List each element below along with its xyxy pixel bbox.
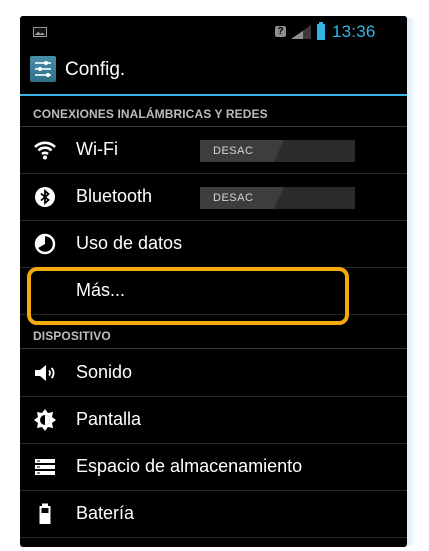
settings-app-icon[interactable] xyxy=(30,56,56,82)
settings-item-label: Espacio de almacenamiento xyxy=(76,456,303,476)
settings-item-label: Batería xyxy=(76,503,135,523)
settings-item-data-usage[interactable]: Uso de datos xyxy=(20,221,407,268)
toggle-state-label: DESAC xyxy=(213,192,254,204)
toggle-state-label: DESAC xyxy=(213,145,254,157)
settings-item-label: Pantalla xyxy=(76,409,142,429)
bluetooth-icon xyxy=(35,187,55,207)
section-header-wireless: CONEXIONES INALÁMBRICAS Y REDES xyxy=(20,100,407,127)
settings-item-label: Wi-Fi xyxy=(76,139,118,159)
section-title: CONEXIONES INALÁMBRICAS Y REDES xyxy=(33,107,268,121)
status-time: 13:36 xyxy=(332,22,376,41)
battery-icon xyxy=(39,503,51,524)
highlight-annotation xyxy=(27,267,349,325)
question-icon: ? xyxy=(275,26,286,37)
section-header-device: DISPOSITIVO xyxy=(20,322,407,349)
settings-item-wifi[interactable]: Wi-Fi DESAC xyxy=(20,127,407,174)
data-usage-icon xyxy=(34,233,56,255)
settings-item-bluetooth[interactable]: Bluetooth DESAC xyxy=(20,174,407,221)
wifi-icon xyxy=(34,141,56,160)
settings-item-label: Uso de datos xyxy=(76,233,183,253)
battery-icon xyxy=(317,22,325,40)
screenshot-icon xyxy=(33,27,47,37)
storage-icon xyxy=(35,459,55,475)
page-title: Config. xyxy=(65,59,126,80)
wifi-toggle[interactable]: DESAC xyxy=(200,140,355,162)
settings-item-battery[interactable]: Batería xyxy=(20,491,407,538)
settings-item-label: Bluetooth xyxy=(76,186,153,206)
settings-item-display[interactable]: Pantalla xyxy=(20,397,407,444)
signal-icon xyxy=(291,25,311,39)
action-bar: Config. xyxy=(20,46,407,96)
settings-item-label: Sonido xyxy=(76,362,133,382)
speaker-icon xyxy=(35,365,55,381)
status-bar: ? 13:36 xyxy=(20,16,407,46)
settings-item-sound[interactable]: Sonido xyxy=(20,350,407,397)
tutorial-screenshot: ? 13:36 Config. CONEXIONES INALÁMBRICAS … xyxy=(0,0,429,551)
section-title: DISPOSITIVO xyxy=(33,329,111,343)
settings-item-storage[interactable]: Espacio de almacenamiento xyxy=(20,444,407,491)
bluetooth-toggle[interactable]: DESAC xyxy=(200,187,355,209)
brightness-icon xyxy=(34,409,56,431)
